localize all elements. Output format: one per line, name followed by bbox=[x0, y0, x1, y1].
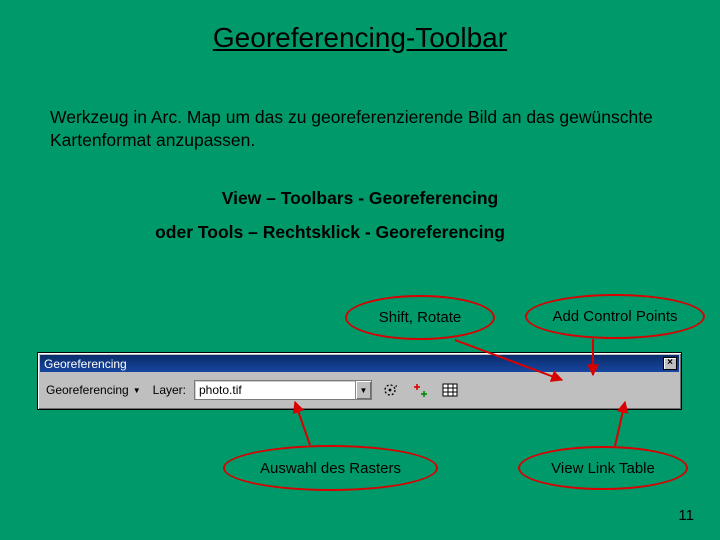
layer-label: Layer: bbox=[151, 383, 188, 397]
layer-value: photo.tif bbox=[195, 383, 355, 397]
slide-title: Georeferencing-Toolbar bbox=[0, 22, 720, 54]
control-points-icon[interactable] bbox=[408, 379, 432, 401]
annotation-raster-select: Auswahl des Rasters bbox=[223, 445, 438, 491]
rotate-icon[interactable] bbox=[378, 379, 402, 401]
window-titlebar[interactable]: Georeferencing × bbox=[40, 355, 679, 372]
annotation-shift-rotate: Shift, Rotate bbox=[345, 295, 495, 340]
page-number: 11 bbox=[678, 507, 694, 524]
chevron-down-icon: ▼ bbox=[133, 386, 141, 395]
chevron-down-icon[interactable]: ▼ bbox=[355, 381, 371, 399]
annotation-view-link-table: View Link Table bbox=[518, 446, 688, 490]
link-table-icon[interactable] bbox=[438, 379, 462, 401]
menu-path-2: oder Tools – Rechtsklick - Georeferencin… bbox=[0, 222, 720, 243]
georeferencing-toolbar-window: Georeferencing × Georeferencing ▼ Layer:… bbox=[37, 352, 682, 410]
menu-path-1: View – Toolbars - Georeferencing bbox=[0, 188, 720, 209]
georeferencing-menu-label: Georeferencing bbox=[46, 383, 129, 397]
georeferencing-menu-button[interactable]: Georeferencing ▼ bbox=[42, 381, 145, 399]
window-title: Georeferencing bbox=[44, 357, 127, 371]
layer-select[interactable]: photo.tif ▼ bbox=[194, 380, 372, 400]
annotation-add-control-points: Add Control Points bbox=[525, 294, 705, 339]
slide-description: Werkzeug in Arc. Map um das zu georefere… bbox=[50, 106, 670, 152]
close-icon[interactable]: × bbox=[663, 357, 677, 370]
toolbar-row: Georeferencing ▼ Layer: photo.tif ▼ bbox=[42, 375, 677, 405]
